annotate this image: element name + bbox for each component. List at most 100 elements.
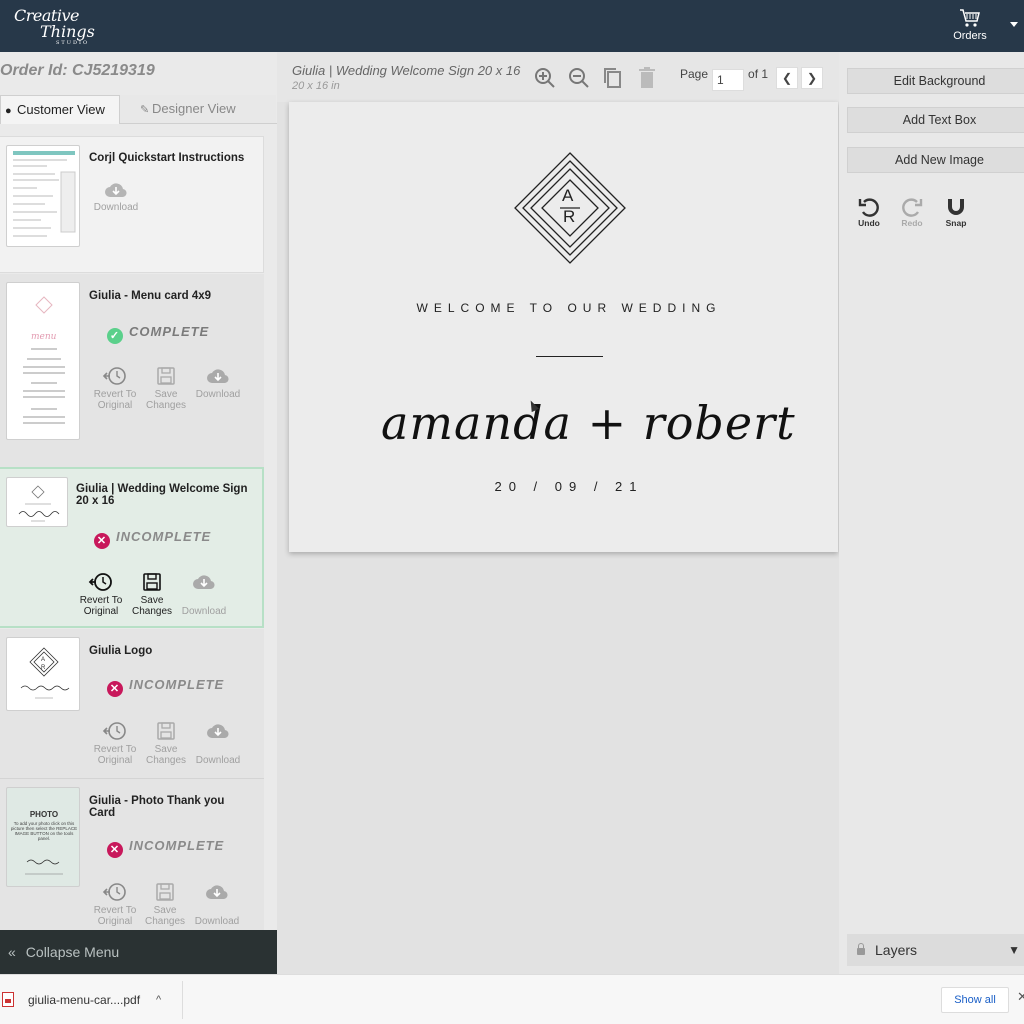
zoom-in-icon[interactable] — [533, 66, 557, 90]
snap-button[interactable]: Snap — [941, 197, 971, 228]
download-label: Download — [194, 916, 240, 927]
save-button[interactable]: Save Changes — [138, 721, 194, 766]
undo-button[interactable]: Undo — [854, 197, 884, 228]
tab-customer-view[interactable]: ● Customer View — [0, 95, 120, 124]
add-text-box-button[interactable]: Add Text Box — [847, 107, 1024, 133]
orders-button[interactable]: Orders — [950, 8, 990, 42]
item-thumbnail[interactable]: menu — [6, 282, 80, 440]
tab-designer-label: Designer View — [152, 101, 236, 116]
svg-text:R: R — [41, 665, 46, 671]
item-thumbnail[interactable] — [6, 477, 68, 527]
tab-designer-view[interactable]: ✎ Designer View — [120, 95, 276, 124]
download-item[interactable]: giulia-menu-car....pdf ^ — [0, 987, 180, 1013]
zoom-out-icon[interactable] — [567, 66, 591, 90]
revert-button[interactable]: Revert To Original — [73, 572, 129, 617]
revert-button[interactable]: Revert To Original — [87, 366, 143, 411]
design-artboard[interactable]: A R WELCOME TO OUR WEDDING amanda + robe… — [289, 102, 838, 552]
list-item[interactable]: Corjl Quickstart Instructions Download — [0, 136, 264, 273]
right-tools-panel: Edit Background Add Text Box Add New Ima… — [839, 52, 1024, 974]
chevron-down-icon: ▼ — [1008, 943, 1020, 957]
status-badge: ✕ INCOMPLETE — [107, 838, 224, 858]
undo-label: Undo — [858, 218, 880, 228]
download-button[interactable]: Download — [189, 882, 245, 927]
revert-label-1: Revert To — [93, 744, 137, 755]
item-thumbnail[interactable]: PHOTO To add your photo click on this pi… — [6, 787, 80, 887]
page-total: of 1 — [748, 67, 769, 81]
duplicate-icon[interactable] — [601, 66, 625, 90]
item-title: Giulia | Wedding Welcome Sign 20 x 16 — [76, 483, 248, 507]
document-size: 20 x 16 in — [292, 80, 340, 92]
names-script-text[interactable]: amanda + robert — [289, 387, 838, 467]
save-button[interactable]: Save Changes — [137, 882, 193, 927]
save-button[interactable]: Save Changes — [138, 366, 194, 411]
list-item[interactable]: menu Giulia - Menu card 4x9 ✓ COMPLETE Re… — [0, 274, 264, 468]
page-input[interactable]: 1 — [712, 69, 745, 91]
prev-page-button[interactable]: ❮ — [776, 67, 798, 89]
edit-background-button[interactable]: Edit Background — [847, 68, 1024, 94]
download-button[interactable]: Download — [190, 721, 246, 766]
download-filename: giulia-menu-car....pdf — [28, 993, 141, 1007]
download-label: Download — [181, 606, 227, 617]
divider-line[interactable] — [536, 356, 603, 357]
history-icon — [102, 883, 126, 901]
chevron-up-icon[interactable]: ^ — [156, 987, 161, 1013]
next-page-button[interactable]: ❯ — [801, 67, 823, 89]
welcome-sign-thumbnail-art — [18, 485, 60, 522]
save-label-2: Changes — [144, 916, 186, 927]
download-button[interactable]: Download — [190, 366, 246, 400]
status-label: INCOMPLETE — [129, 838, 225, 853]
lock-icon — [857, 943, 865, 955]
left-panel: Order Id: CJ5219319 ● Customer View ✎ Desi… — [0, 52, 277, 930]
view-tabs: ● Customer View ✎ Designer View — [0, 95, 277, 124]
cloud-download-icon — [207, 724, 229, 739]
item-thumbnail[interactable] — [6, 145, 80, 247]
x-icon: ✕ — [107, 842, 123, 858]
history-icon — [102, 367, 126, 385]
revert-label-2: Original — [97, 755, 133, 766]
save-label-1: Save — [140, 595, 164, 606]
revert-label-1: Revert To — [79, 595, 123, 606]
tab-customer-label: Customer View — [17, 102, 105, 117]
svg-text:A: A — [41, 657, 45, 663]
welcome-text[interactable]: WELCOME TO OUR WEDDING — [289, 301, 849, 315]
check-icon: ✓ — [107, 328, 123, 344]
download-button[interactable]: Download — [88, 181, 144, 213]
layers-panel-toggle[interactable]: Layers ▼ — [847, 934, 1024, 966]
collapse-menu-button[interactable]: « Collapse Menu — [0, 930, 277, 974]
revert-label-2: Original — [83, 606, 119, 617]
status-label: INCOMPLETE — [129, 677, 225, 692]
revert-button[interactable]: Revert To Original — [87, 882, 143, 927]
save-label-2: Changes — [145, 755, 187, 766]
canvas-area[interactable]: A R WELCOME TO OUR WEDDING amanda + robe… — [277, 102, 839, 974]
list-item[interactable]: PHOTO To add your photo click on this pi… — [0, 779, 264, 930]
status-badge: ✓ COMPLETE — [107, 324, 209, 344]
download-label: Download — [93, 202, 139, 213]
close-icon[interactable]: ✕ — [1017, 989, 1024, 1005]
trash-icon[interactable] — [635, 66, 659, 90]
date-text[interactable]: 20 / 09 / 21 — [289, 479, 849, 494]
save-label-2: Changes — [131, 606, 173, 617]
pencil-icon: ✎ — [140, 104, 150, 116]
add-new-image-button[interactable]: Add New Image — [847, 147, 1024, 173]
list-item[interactable]: AR Giulia Logo ✕ INCOMPLETE Revert To Orig… — [0, 629, 264, 779]
collapse-menu-label: Collapse Menu — [25, 944, 120, 960]
show-all-button[interactable]: Show all — [941, 987, 1009, 1013]
status-badge: ✕ INCOMPLETE — [107, 677, 224, 697]
brand-logo[interactable]: Creative Things STUDIO — [14, 4, 95, 48]
item-thumbnail[interactable]: AR — [6, 637, 80, 711]
logo-thumbnail-art: AR — [20, 647, 70, 699]
top-bar: Creative Things STUDIO Orders — [0, 0, 1024, 52]
revert-button[interactable]: Revert To Original — [87, 721, 143, 766]
redo-button[interactable]: Redo — [897, 197, 927, 228]
chevron-down-icon[interactable] — [1010, 22, 1018, 27]
history-icon — [88, 573, 112, 591]
x-icon: ✕ — [94, 533, 110, 549]
download-button[interactable]: Download — [176, 572, 232, 617]
redo-icon — [902, 198, 923, 217]
undo-icon — [858, 198, 879, 217]
list-item-selected[interactable]: Giulia | Wedding Welcome Sign 20 x 16 ✕ I… — [0, 467, 264, 628]
floppy-disk-icon — [157, 722, 175, 740]
magnet-icon — [948, 199, 964, 215]
save-button[interactable]: Save Changes — [124, 572, 180, 617]
pdf-file-icon — [2, 992, 14, 1007]
